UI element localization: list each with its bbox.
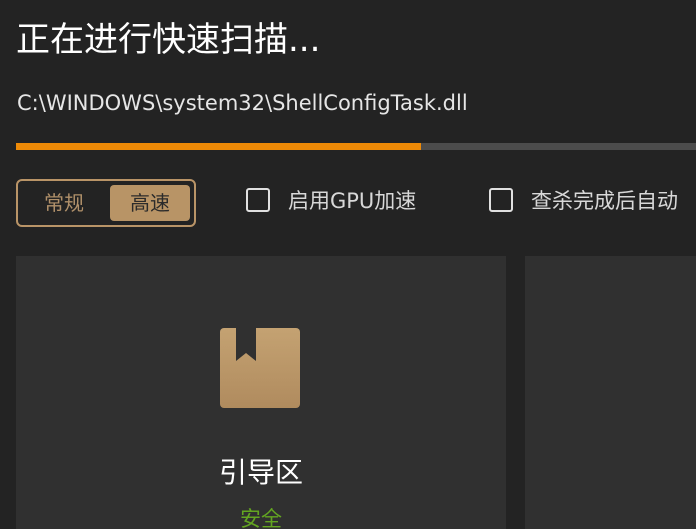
- next-scan-card: [525, 256, 696, 529]
- auto-after-scan-option[interactable]: 查杀完成后自动: [489, 184, 678, 216]
- gpu-acceleration-checkbox[interactable]: [246, 188, 270, 212]
- scan-progress-bar: [16, 143, 696, 150]
- current-file-path: C:\WINDOWS\system32\ShellConfigTask.dll: [17, 91, 468, 115]
- scan-mode-toggle: 常规 高速: [16, 179, 196, 227]
- gpu-acceleration-label: 启用GPU加速: [288, 189, 417, 213]
- scan-progress-fill: [16, 143, 421, 150]
- mode-fast-button[interactable]: 高速: [110, 185, 190, 221]
- boot-sector-status: 安全: [240, 507, 282, 529]
- auto-after-scan-label: 查杀完成后自动: [531, 189, 678, 213]
- mode-normal-button[interactable]: 常规: [24, 185, 104, 221]
- boot-sector-card: 引导区 安全: [16, 256, 506, 529]
- scan-window: 正在进行快速扫描... C:\WINDOWS\system32\ShellCon…: [0, 0, 696, 529]
- boot-sector-title: 引导区: [218, 456, 303, 489]
- gpu-acceleration-option[interactable]: 启用GPU加速: [246, 184, 416, 216]
- page-title: 正在进行快速扫描...: [16, 20, 321, 60]
- bookmark-box-icon: [220, 328, 300, 408]
- auto-after-scan-checkbox[interactable]: [489, 188, 513, 212]
